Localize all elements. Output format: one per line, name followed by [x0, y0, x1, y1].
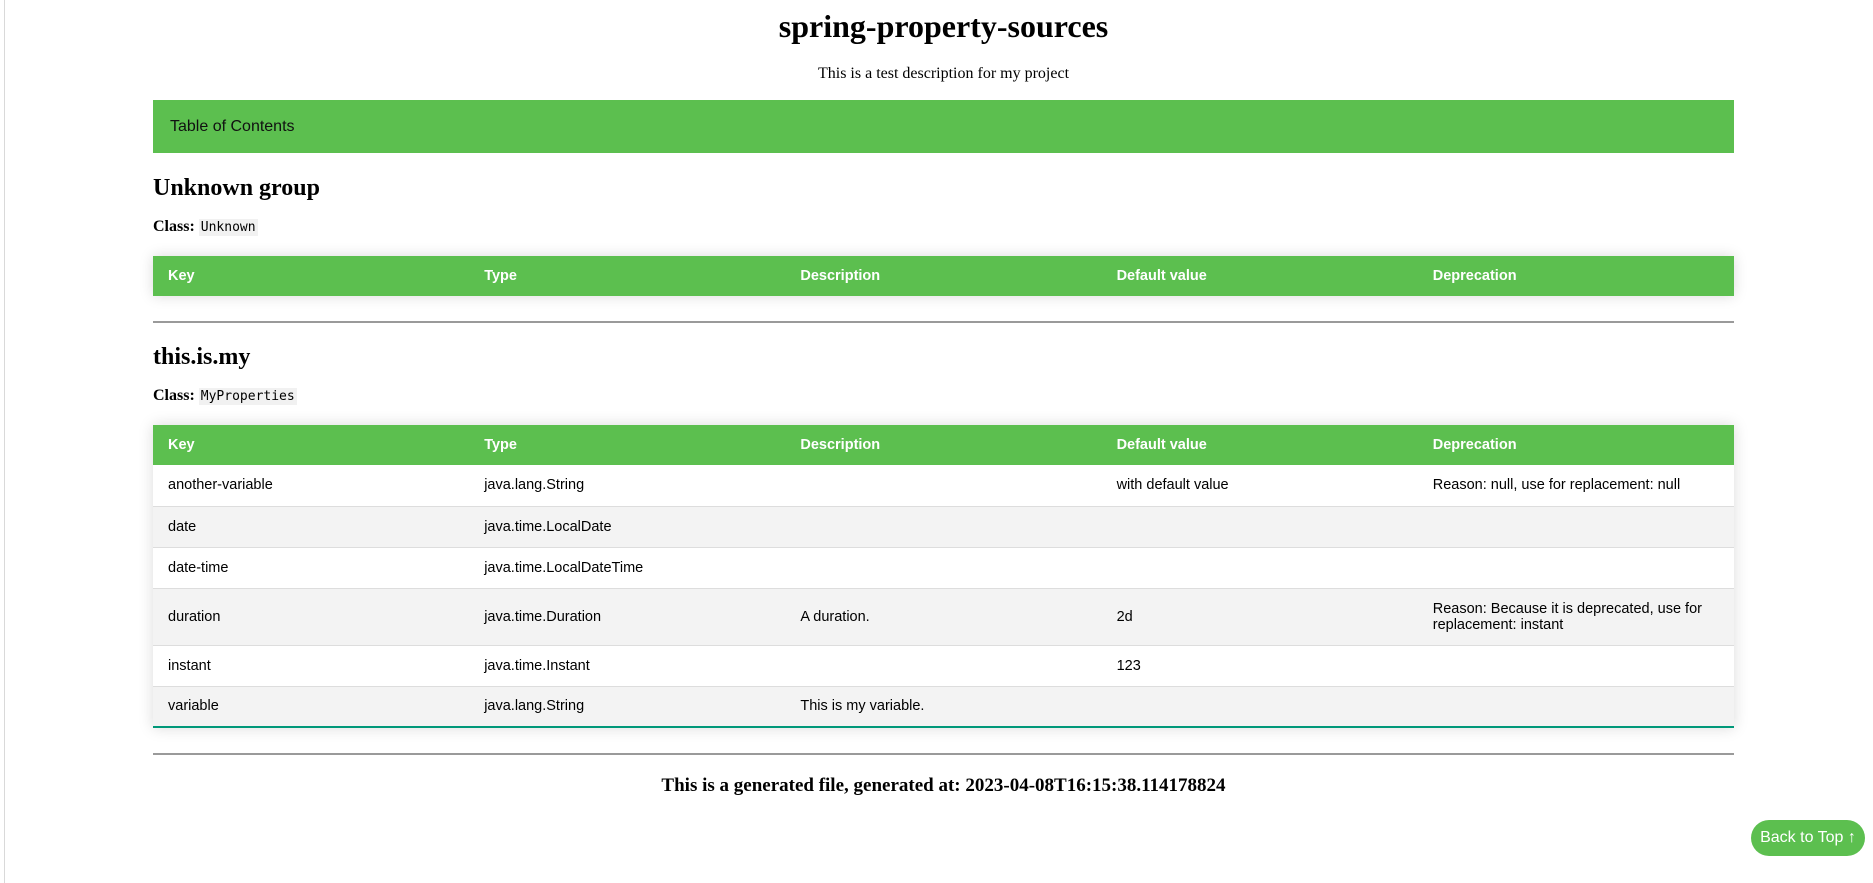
cell-key: another-variable	[153, 465, 470, 507]
column-header-deprecation: Deprecation	[1417, 256, 1734, 296]
cell-type: java.time.LocalDateTime	[469, 547, 786, 589]
group-heading: Unknown group	[153, 175, 320, 201]
cell-description	[785, 506, 1102, 548]
generated-footer: This is a generated file, generated at: …	[661, 775, 1226, 796]
page-content: spring-property-sources This is a test d…	[153, 0, 1734, 798]
back-to-top-button[interactable]: Back to Top ↑	[1751, 820, 1865, 856]
cell-key: instant	[153, 645, 470, 687]
table-header-row: Key Type Description Default value Depre…	[153, 256, 1734, 296]
cell-deprecation	[1417, 547, 1734, 589]
cell-default-value: 2d	[1101, 588, 1418, 646]
column-header-default-value: Default value	[1101, 256, 1418, 296]
cell-default-value	[1101, 686, 1418, 728]
cell-type: java.time.Instant	[469, 645, 786, 687]
group-heading: this.is.my	[153, 344, 251, 370]
cell-key: date-time	[153, 547, 470, 589]
cell-default-value	[1101, 506, 1418, 548]
class-label: Class:	[153, 387, 195, 404]
column-header-description: Description	[785, 425, 1102, 465]
cell-deprecation	[1417, 686, 1734, 728]
cell-default-value: 123	[1101, 645, 1418, 687]
column-header-key: Key	[153, 256, 470, 296]
table-row: another-variable java.lang.String with d…	[153, 465, 1734, 507]
cell-deprecation: Reason: null, use for replacement: null	[1417, 465, 1734, 507]
column-header-type: Type	[469, 256, 786, 296]
cell-type: java.lang.String	[469, 465, 786, 507]
cell-description	[785, 547, 1102, 589]
column-header-default-value: Default value	[1101, 425, 1418, 465]
cell-key: date	[153, 506, 470, 548]
table-of-contents-toggle[interactable]: Table of Contents	[153, 100, 1734, 153]
cell-description	[785, 465, 1102, 507]
cell-deprecation	[1417, 506, 1734, 548]
column-header-type: Type	[469, 425, 786, 465]
table-header-row: Key Type Description Default value Depre…	[153, 425, 1734, 465]
class-name: Unknown	[198, 219, 258, 236]
property-group-unknown: Unknown group Class: Unknown Key Type De…	[153, 173, 1734, 296]
properties-table: Key Type Description Default value Depre…	[153, 425, 1734, 728]
cell-default-value	[1101, 547, 1418, 589]
column-header-key: Key	[153, 425, 470, 465]
table-row: variable java.lang.String This is my var…	[153, 686, 1734, 728]
group-class-line: Class: Unknown	[153, 217, 1734, 238]
page-description: This is a test description for my projec…	[817, 65, 1070, 82]
cell-type: java.lang.String	[469, 686, 786, 728]
section-divider	[153, 321, 1734, 323]
footer-divider	[153, 753, 1734, 755]
cell-key: duration	[153, 588, 470, 646]
column-header-description: Description	[785, 256, 1102, 296]
cell-deprecation: Reason: Because it is deprecated, use fo…	[1417, 588, 1734, 646]
property-group-this-is-my: this.is.my Class: MyProperties Key Type …	[153, 342, 1734, 728]
group-class-line: Class: MyProperties	[153, 386, 1734, 407]
cell-description: A duration.	[785, 588, 1102, 646]
table-row: instant java.time.Instant 123	[153, 645, 1734, 687]
cell-type: java.time.LocalDate	[469, 506, 786, 548]
class-name: MyProperties	[198, 388, 297, 405]
cell-description: This is my variable.	[785, 686, 1102, 728]
table-row: date java.time.LocalDate	[153, 506, 1734, 548]
page-title: spring-property-sources	[778, 8, 1109, 44]
class-label: Class:	[153, 218, 195, 235]
column-header-deprecation: Deprecation	[1417, 425, 1734, 465]
properties-table: Key Type Description Default value Depre…	[153, 256, 1734, 296]
cell-deprecation	[1417, 645, 1734, 687]
cell-default-value: with default value	[1101, 465, 1418, 507]
cell-type: java.time.Duration	[469, 588, 786, 646]
page-left-border	[4, 0, 5, 883]
cell-description	[785, 645, 1102, 687]
table-row: date-time java.time.LocalDateTime	[153, 547, 1734, 589]
cell-key: variable	[153, 686, 470, 728]
table-row: duration java.time.Duration A duration. …	[153, 588, 1734, 646]
